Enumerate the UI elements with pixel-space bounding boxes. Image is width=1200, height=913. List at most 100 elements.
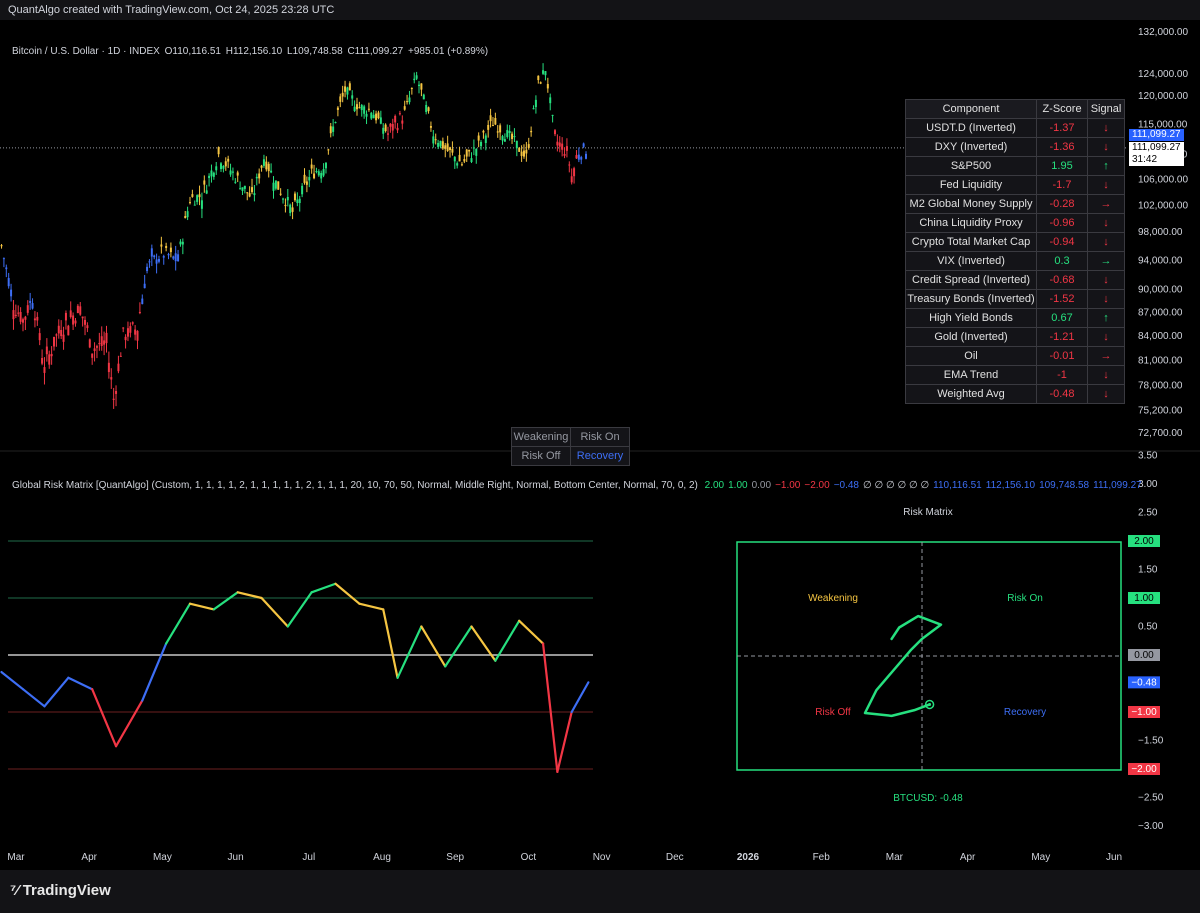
candle-body: [270, 170, 273, 173]
candle-body: [439, 140, 442, 147]
header-signal: Signal: [1087, 99, 1125, 119]
candle-body: [568, 164, 571, 166]
candle-body: [7, 278, 10, 287]
x-axis-label: Dec: [666, 852, 684, 863]
candle-body: [67, 325, 70, 336]
indicator-segment: [334, 582, 361, 605]
zscore-cell: -0.48: [1036, 384, 1088, 404]
price-tick-label: 72,700.00: [1138, 428, 1183, 439]
candle-body: [425, 104, 428, 113]
candle-body: [50, 353, 53, 357]
candle-body: [503, 139, 506, 142]
candle-body: [348, 83, 351, 91]
candle-body: [585, 153, 588, 159]
price-tick-label: 78,000.00: [1138, 381, 1183, 392]
table-row: High Yield Bonds 0.67 ↑: [905, 308, 1125, 328]
component-cell: Weighted Avg: [905, 384, 1037, 404]
candle-body: [539, 82, 542, 84]
open-value: O110,116.51: [164, 46, 221, 57]
indicator-value: 110,116.51: [933, 480, 982, 491]
indicator-value: 109,748.58: [1039, 480, 1090, 491]
indicator-tick-label: 3.50: [1138, 451, 1158, 462]
candle-body: [286, 196, 289, 201]
component-cell: VIX (Inverted): [905, 251, 1037, 271]
table-row: USDT.D (Inverted) -1.37 ↓: [905, 118, 1125, 138]
candle-body: [2, 258, 5, 260]
candle-body: [291, 207, 294, 212]
candle-body: [72, 315, 75, 325]
candle-body: [434, 139, 437, 141]
indicator-badge-label: −0.48: [1131, 677, 1157, 688]
candle-body: [231, 171, 234, 173]
candle-body: [482, 130, 485, 133]
candle-body: [279, 193, 282, 195]
candle-body: [573, 168, 576, 177]
signal-cell: ↓: [1087, 289, 1125, 309]
bar-countdown: 31:42: [1132, 153, 1158, 165]
candle-body: [582, 143, 585, 147]
chart-area[interactable]: 132,000.00 124,000.00 120,000.00 115,000.00…: [0, 20, 1200, 870]
table-row: S&P500 1.95 ↑: [905, 156, 1125, 176]
candle-body: [165, 245, 168, 248]
indicator-tick-label: 2.50: [1138, 508, 1158, 519]
candle-body: [341, 92, 344, 97]
candle-body: [107, 362, 110, 373]
candle-body: [520, 151, 523, 156]
candle-body: [5, 267, 8, 270]
indicator-name: Global Risk Matrix [QuantAlgo] (Custom, …: [12, 480, 698, 491]
candle-body: [375, 113, 378, 121]
candle-body: [470, 158, 473, 163]
indicator-badge-label: 2.00: [1134, 536, 1154, 547]
candle-body: [188, 202, 191, 204]
candle-body: [551, 114, 554, 116]
table-row: Gold (Inverted) -1.21 ↓: [905, 327, 1125, 347]
indicator-badge-label: −2.00: [1131, 764, 1157, 775]
candle-body: [546, 84, 549, 89]
indicator-segment: [21, 688, 46, 708]
candle-body: [408, 97, 411, 103]
candle-body: [229, 170, 232, 175]
risk-matrix-current-dot: [928, 702, 932, 706]
candle-body: [506, 129, 509, 137]
last-price-tag: 111,099.27: [1129, 128, 1184, 141]
candle-body: [465, 149, 468, 157]
signal-cell: →: [1087, 251, 1125, 271]
candle-body: [191, 194, 194, 197]
signal-cell: →: [1087, 194, 1125, 214]
candle-body: [432, 136, 435, 144]
tradingview-mark-icon: ⁷⁄: [10, 882, 19, 899]
candle-body: [336, 107, 339, 110]
indicator-segment: [0, 670, 25, 691]
candle-body: [93, 348, 96, 351]
candle-body: [561, 143, 564, 150]
candle-body: [558, 142, 561, 147]
candle-body: [265, 161, 268, 170]
candle-body: [415, 75, 418, 79]
candle-body: [74, 320, 77, 324]
candle-body: [141, 298, 144, 305]
indicator-value: −2.00: [804, 480, 830, 491]
candle-body: [22, 319, 24, 323]
candle-body: [53, 336, 56, 347]
candle-body: [196, 195, 199, 202]
candle-body: [136, 330, 139, 341]
candle-body: [210, 170, 213, 177]
signal-cell: ↓: [1087, 365, 1125, 385]
candle-body: [351, 95, 354, 99]
indicator-value: −0.48: [833, 480, 859, 491]
candle-body: [258, 173, 261, 179]
component-cell: DXY (Inverted): [905, 137, 1037, 157]
candle-body: [577, 154, 580, 160]
candle-body: [222, 165, 225, 169]
tradingview-logo[interactable]: ⁷⁄ TradingView: [10, 882, 111, 899]
candle-body: [511, 133, 514, 139]
table-row: M2 Global Money Supply -0.28 →: [905, 194, 1125, 214]
candle-body: [200, 200, 203, 209]
candle-body: [57, 325, 60, 334]
indicator-segment: [310, 582, 337, 594]
indicator-segment: [570, 681, 590, 714]
component-cell: Credit Spread (Inverted): [905, 270, 1037, 290]
candle-body: [484, 135, 487, 143]
candle-body: [272, 182, 275, 191]
quadrant-recovery-label: Recovery: [1004, 707, 1046, 718]
